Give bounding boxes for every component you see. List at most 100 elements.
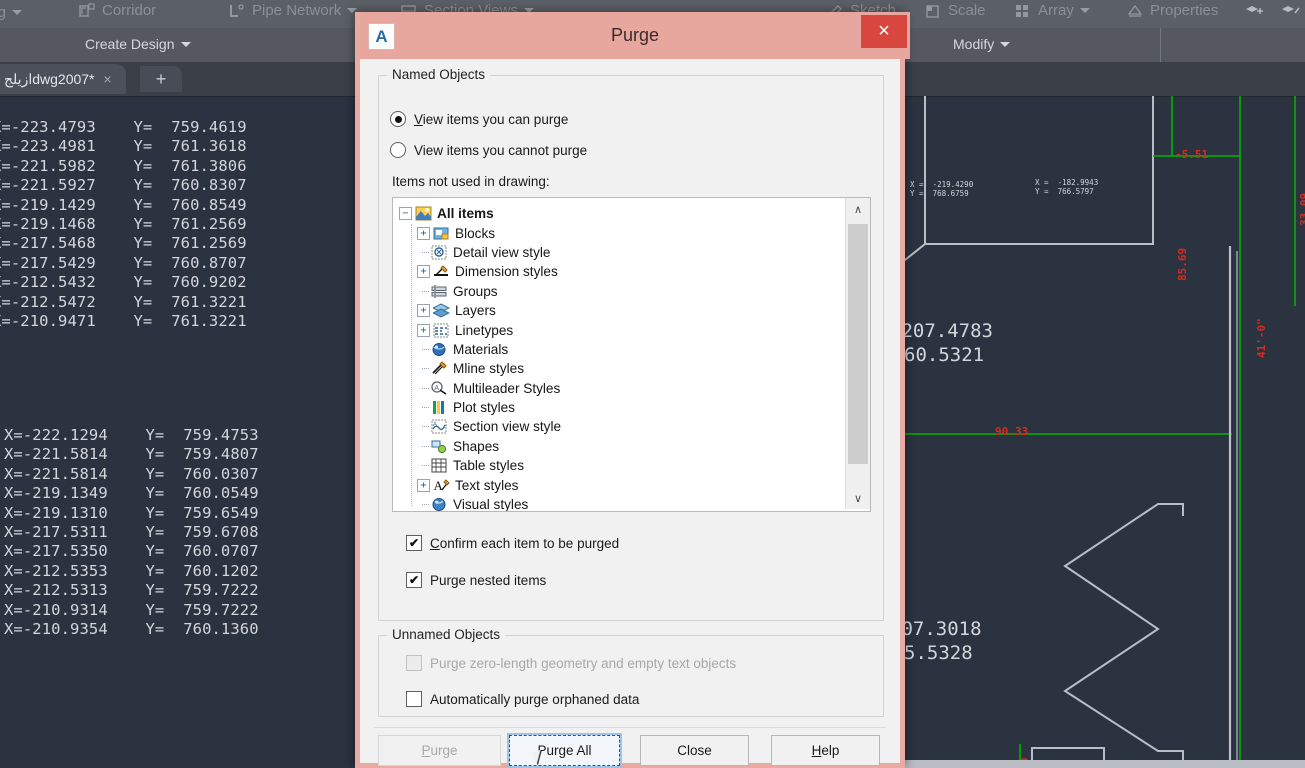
all-items-icon	[415, 206, 432, 221]
document-tab[interactable]: ازيلجdwg2007* ×	[0, 64, 126, 94]
ribbon-panel-modify[interactable]: Modify	[953, 36, 1010, 52]
layer-tools-icon-group[interactable]	[1244, 3, 1266, 19]
scroll-down-button[interactable]: ∨	[846, 487, 870, 509]
coordinate-line: X=-221.5814 Y= 760.0307	[4, 465, 259, 484]
layer-edit-icon[interactable]	[1280, 3, 1302, 19]
checkbox-confirm-each-item[interactable]: ✔ Confirm each item to be purged	[406, 535, 619, 551]
ribbon-item-array[interactable]: Array	[1014, 2, 1090, 19]
checkbox-label-text: Automatically purge orphaned data	[430, 692, 639, 707]
scale-icon	[924, 3, 942, 19]
coordinate-line: X=-219.1310 Y= 759.6549	[4, 504, 259, 523]
coordinate-line: X=-212.5353 Y= 760.1202	[4, 562, 259, 581]
checkbox-checked-icon: ✔	[406, 535, 422, 551]
purge-dialog[interactable]: A Purge × Named Objects View items you c…	[355, 12, 905, 768]
scroll-up-button[interactable]: ∧	[846, 198, 870, 220]
checkbox-label: Purge nested items	[430, 573, 546, 588]
visual-styles-icon	[431, 497, 448, 512]
tree-item-blocks[interactable]: +Blocks	[393, 223, 845, 242]
coordinate-line: X=-221.5982 Y= 761.3806	[0, 157, 247, 176]
ribbon-divider	[1160, 28, 1161, 62]
coordinate-line: X=-210.9354 Y= 760.1360	[4, 620, 259, 639]
chevron-down-icon[interactable]	[12, 10, 22, 15]
cad-label-left2-x: 207.3018	[900, 618, 982, 640]
ribbon-item-scale[interactable]: Scale	[924, 2, 986, 19]
checkbox-purge-zero-length: Purge zero-length geometry and empty tex…	[406, 655, 736, 671]
tree-item-label: Groups	[453, 284, 498, 299]
purge-items-tree[interactable]: −All items+BlocksDetail view style + Dimen…	[392, 197, 871, 512]
expand-icon[interactable]: +	[417, 479, 430, 492]
coordinate-line: X=-212.5432 Y= 760.9202	[0, 273, 247, 292]
chevron-down-icon[interactable]	[1080, 8, 1090, 13]
checkbox-unchecked-icon	[406, 691, 422, 707]
coordinate-line: X=-221.5927 Y= 760.8307	[0, 176, 247, 195]
chevron-down-icon[interactable]	[1000, 42, 1010, 47]
tree-item-label: Shapes	[453, 439, 499, 454]
dialog-titlebar[interactable]: A Purge ×	[360, 12, 910, 59]
expand-icon[interactable]: +	[417, 304, 430, 317]
tree-item-multileader-styles[interactable]: AMultileader Styles	[393, 379, 845, 398]
tree-item-mline-styles[interactable]: Mline styles	[393, 359, 845, 378]
tree-item-section-view-style[interactable]: ASection view style	[393, 417, 845, 436]
tree-item-plot-styles[interactable]: Plot styles	[393, 398, 845, 417]
checkbox-auto-purge-orphaned[interactable]: Automatically purge orphaned data	[406, 691, 639, 707]
ribbon-panel-create-design[interactable]: Create Design	[85, 36, 191, 52]
items-not-used-hint: Items not used in drawing:	[392, 174, 550, 189]
collapse-icon[interactable]: −	[399, 207, 412, 220]
tree-scrollbar[interactable]: ∧ ∨	[845, 198, 870, 509]
coordinate-line: X=-219.1468 Y= 761.2569	[0, 215, 247, 234]
svg-text:A: A	[433, 422, 437, 428]
tree-item-table-styles[interactable]: Table styles	[393, 456, 845, 475]
cad-dim-label: 85.69	[1176, 248, 1189, 281]
checkbox-purge-nested-items[interactable]: ✔ Purge nested items	[406, 572, 546, 588]
radio-view-cannot-purge[interactable]: View items you cannot purge	[390, 142, 587, 158]
cad-label-left2-y: 5.5328	[904, 642, 973, 664]
radio-unselected-icon	[390, 142, 406, 158]
ribbon-panel-label-text: Modify	[953, 36, 994, 52]
close-icon[interactable]: ×	[861, 15, 907, 48]
tree-item-shapes[interactable]: Shapes	[393, 437, 845, 456]
expand-icon[interactable]: +	[417, 265, 430, 278]
tree-item-dimension-styles[interactable]: + Dimension styles	[393, 262, 845, 281]
purge-button[interactable]: Purge	[378, 735, 501, 766]
new-tab-button[interactable]: +	[140, 66, 182, 92]
chevron-down-icon[interactable]	[181, 42, 191, 47]
section-view-style-icon: A	[431, 419, 448, 434]
coordinate-line: X=-219.1429 Y= 760.8549	[0, 196, 247, 215]
close-button[interactable]: Close	[640, 735, 749, 766]
tree-items-container[interactable]: −All items+BlocksDetail view style + Dimen…	[393, 198, 845, 512]
shapes-icon	[431, 439, 448, 454]
coordinate-line: X=-212.5313 Y= 759.7222	[4, 581, 259, 600]
expand-icon[interactable]: +	[417, 324, 430, 337]
purge-all-button[interactable]: Purge All	[509, 735, 620, 766]
ribbon-item-properties[interactable]: Properties	[1126, 2, 1218, 19]
radio-view-can-purge[interactable]: View items you can purge	[390, 111, 568, 127]
close-icon[interactable]: ×	[104, 71, 112, 87]
ribbon-item-pipe-network[interactable]: Pipe Network	[228, 2, 357, 19]
drawing-canvas[interactable]: X = -219.4290 Y = 768.6759 X = -182.9943…	[900, 96, 1305, 768]
tree-item-label: Dimension styles	[455, 264, 558, 279]
button-label-text: urge	[430, 743, 457, 758]
tree-item-all-items[interactable]: −All items	[393, 204, 845, 223]
tree-item-text-styles[interactable]: +AText styles	[393, 475, 845, 494]
tree-connector-dots	[417, 421, 428, 432]
tree-item-label: Visual styles	[453, 497, 528, 512]
coordinate-line: X=-217.5350 Y= 760.0707	[4, 542, 259, 561]
tree-item-detail-view-style[interactable]: Detail view style	[393, 243, 845, 262]
tree-item-visual-styles[interactable]: Visual styles	[393, 495, 845, 512]
tree-item-label: Mline styles	[453, 361, 524, 376]
tree-item-linetypes[interactable]: +Linetypes	[393, 320, 845, 339]
ribbon-item-corridor[interactable]: Corridor	[78, 2, 156, 19]
tree-item-label: Table styles	[453, 458, 524, 473]
tree-item-layers[interactable]: +Layers	[393, 301, 845, 320]
expand-icon[interactable]: +	[417, 227, 430, 240]
help-button[interactable]: Help	[771, 735, 880, 766]
tree-connector-dots	[417, 247, 428, 258]
coordinate-line: X=-222.1294 Y= 759.4753	[4, 426, 259, 445]
ribbon-item-ing[interactable]: ing	[0, 4, 22, 21]
plot-styles-icon	[431, 400, 448, 415]
checkbox-label-text: Purge nested items	[430, 573, 546, 588]
tree-item-groups[interactable]: Groups	[393, 282, 845, 301]
dialog-title: Purge	[360, 12, 910, 59]
tree-item-materials[interactable]: Materials	[393, 340, 845, 359]
scrollbar-thumb[interactable]	[848, 224, 868, 464]
